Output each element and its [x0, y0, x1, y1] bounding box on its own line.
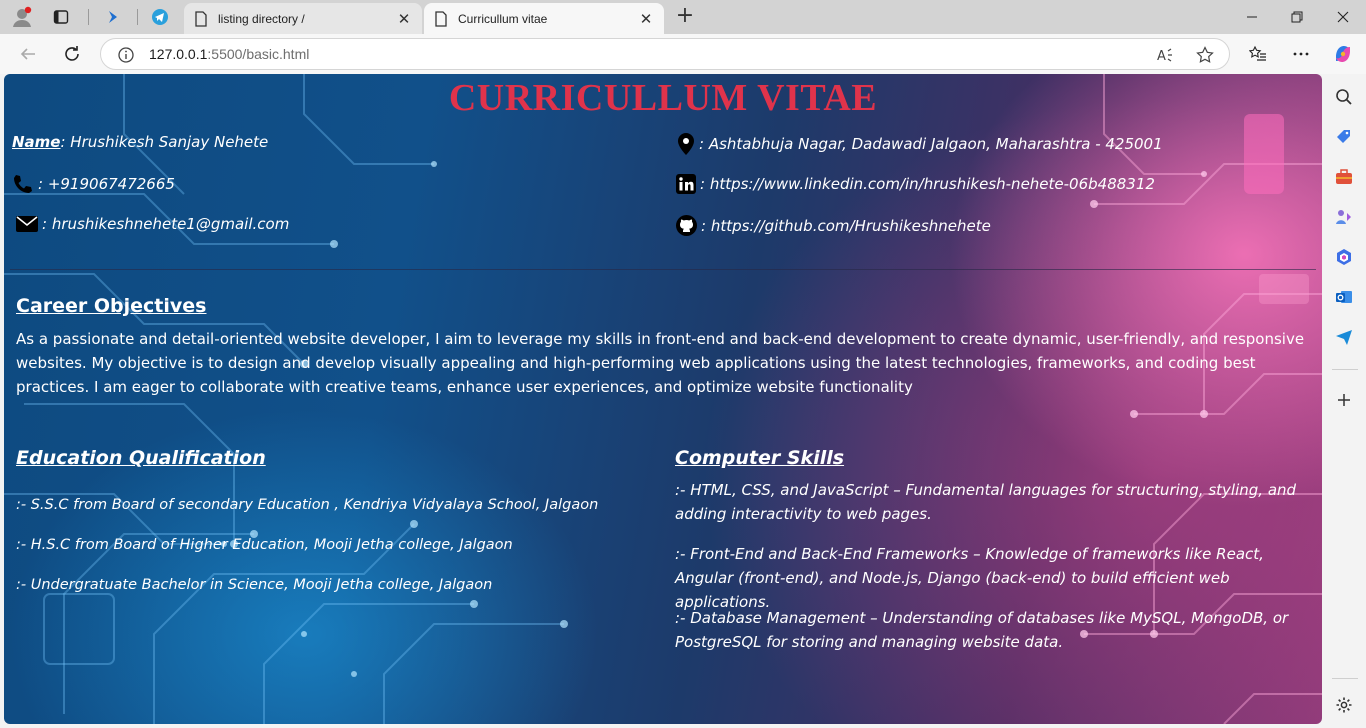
tab-title: listing directory /: [218, 11, 305, 26]
location-pin-icon: [678, 133, 694, 155]
send-drop-icon[interactable]: [1333, 326, 1355, 348]
cv-title: CURRICULLUM VITAE: [448, 77, 878, 119]
close-tab-icon[interactable]: ✕: [638, 10, 654, 28]
favorite-star-icon[interactable]: [1194, 44, 1216, 66]
education-item: :- S.S.C from Board of secondary Educati…: [16, 497, 599, 513]
address-info: : Ashtabhuja Nagar, Dadawadi Jalgaon, Ma…: [677, 133, 1163, 155]
profile-avatar-icon[interactable]: [9, 5, 35, 29]
favorites-list-icon[interactable]: [1246, 42, 1270, 66]
shopping-tag-icon[interactable]: [1333, 126, 1355, 148]
tab-curricullum-vitae[interactable]: Curricullum vitae ✕: [424, 3, 664, 34]
outlook-icon[interactable]: [1333, 286, 1355, 308]
skill-item: :- Front-End and Back-End Frameworks – K…: [675, 545, 1264, 611]
tab-separator: [137, 9, 138, 25]
header-divider: [10, 269, 1316, 270]
telegram-icon[interactable]: [147, 5, 173, 29]
name-info: Name: Hrushikesh Sanjay Nehete: [12, 133, 268, 151]
tools-briefcase-icon[interactable]: [1333, 166, 1355, 188]
web-page: CURRICULLUM VITAE Name: Hrushikesh Sanja…: [4, 74, 1322, 724]
close-window-button[interactable]: [1333, 7, 1353, 27]
edge-sidebar: [1324, 74, 1366, 728]
envelope-icon: [16, 216, 38, 232]
education-heading: Education Qualification: [16, 447, 266, 469]
phone-icon: [14, 175, 32, 193]
sidebar-divider: [1332, 369, 1358, 370]
tab-actions-icon[interactable]: [48, 5, 74, 29]
tab-title: Curricullum vitae: [458, 11, 548, 26]
info-icon[interactable]: [115, 44, 137, 66]
page-icon: [195, 10, 207, 27]
pinned-tab-icon[interactable]: [100, 5, 126, 29]
copilot-icon[interactable]: [1331, 42, 1355, 66]
career-objectives-text: As a passionate and detail-oriented webs…: [16, 330, 1305, 396]
read-aloud-icon[interactable]: A: [1154, 44, 1176, 66]
tab-separator: [88, 9, 89, 25]
career-objectives-heading: Career Objectives: [16, 295, 207, 317]
sidebar-divider: [1332, 678, 1358, 679]
svg-text:A: A: [1157, 49, 1166, 64]
address-value: : Ashtabhuja Nagar, Dadawadi Jalgaon, Ma…: [699, 135, 1163, 153]
games-icon[interactable]: [1333, 206, 1355, 228]
phone-info: : +919067472665: [12, 173, 175, 195]
linkedin-icon: [676, 174, 696, 194]
github-info: : https://github.com/Hrushikeshnehete: [676, 215, 991, 236]
minimize-button[interactable]: [1242, 7, 1262, 27]
linkedin-value: : https://www.linkedin.com/in/hrushikesh…: [700, 175, 1155, 193]
github-value: : https://github.com/Hrushikeshnehete: [701, 216, 991, 235]
tab-strip: listing directory / ✕ Curricullum vitae …: [0, 0, 1366, 34]
email-value: : hrushikeshnehete1@gmail.com: [42, 215, 290, 233]
education-item: :- Undergratuate Bachelor in Science, Mo…: [16, 577, 493, 593]
computer-skills-heading: Computer Skills: [675, 447, 845, 469]
close-tab-icon[interactable]: ✕: [396, 10, 412, 28]
add-icon[interactable]: [1333, 389, 1355, 411]
skill-item: :- Database Management – Understanding o…: [675, 609, 1289, 651]
page-icon: [435, 10, 447, 27]
phone-value: : +919067472665: [38, 175, 175, 193]
name-value: : Hrushikesh Sanjay Nehete: [60, 133, 269, 151]
education-item: :- H.S.C from Board of Higher Education,…: [16, 537, 513, 553]
cv-content: CURRICULLUM VITAE Name: Hrushikesh Sanja…: [4, 74, 1322, 724]
restore-button[interactable]: [1287, 7, 1307, 27]
linkedin-info: : https://www.linkedin.com/in/hrushikesh…: [676, 174, 1155, 194]
new-tab-button[interactable]: +: [673, 5, 697, 29]
url-text: 127.0.0.1:5500/basic.html: [149, 46, 310, 62]
more-options-icon[interactable]: [1289, 42, 1313, 66]
back-arrow-icon[interactable]: [16, 42, 40, 66]
browser-toolbar: 127.0.0.1:5500/basic.html A: [0, 34, 1366, 74]
email-info: : hrushikeshnehete1@gmail.com: [16, 215, 289, 233]
settings-gear-icon[interactable]: [1333, 694, 1355, 716]
address-bar[interactable]: 127.0.0.1:5500/basic.html A: [100, 38, 1230, 70]
search-icon[interactable]: [1333, 86, 1355, 108]
tab-listing-directory[interactable]: listing directory / ✕: [184, 3, 422, 34]
name-label: Name: [12, 133, 61, 151]
skill-item: :- HTML, CSS, and JavaScript – Fundament…: [675, 481, 1297, 523]
github-icon: [676, 215, 697, 236]
microsoft-365-icon[interactable]: [1333, 246, 1355, 268]
refresh-icon[interactable]: [60, 42, 84, 66]
